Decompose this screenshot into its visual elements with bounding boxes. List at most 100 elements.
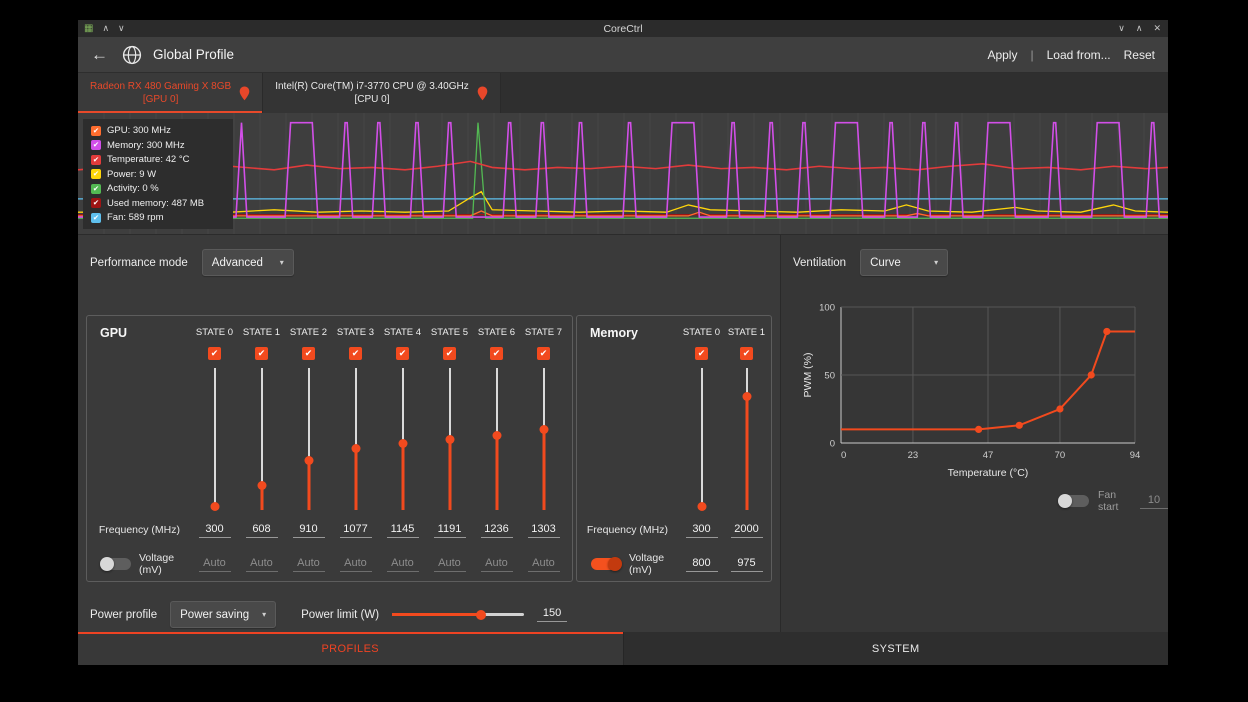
state-checkbox[interactable]: ✔ — [208, 347, 221, 360]
state-checkbox[interactable]: ✔ — [695, 347, 708, 360]
state-checkbox[interactable]: ✔ — [490, 347, 503, 360]
back-button[interactable]: ← — [91, 45, 108, 65]
gpu-voltage-label: Voltage (mV) — [139, 552, 191, 576]
gpu-voltage-toggle[interactable] — [101, 558, 131, 570]
gpu-frequency-slider[interactable] — [238, 364, 285, 514]
fan-start-row: Fan start 10 — [1059, 489, 1168, 513]
gpu-frequency-slider[interactable] — [379, 364, 426, 514]
legend-item: ✔ Memory: 300 MHz — [91, 140, 225, 151]
memory-state-header: STATE 1 — [724, 322, 769, 342]
gpu-frequency-slider[interactable] — [426, 364, 473, 514]
gpu-frequency-slider[interactable] — [332, 364, 379, 514]
gpu-frequency-value[interactable]: 1236 — [481, 523, 513, 538]
legend-item: ✔Activity: 0 % — [91, 183, 225, 194]
gpu-voltage-label-cell: Voltage (mV) — [91, 546, 191, 582]
fan-curve-area[interactable]: 023477094050100PWM (%)Temperature (°C) — [799, 295, 1151, 491]
gpu-voltage-value[interactable]: Auto — [293, 557, 325, 572]
gpu-frequency-value[interactable]: 1145 — [387, 523, 419, 538]
gpu-voltage-value[interactable]: Auto — [528, 557, 560, 572]
slider-handle[interactable] — [210, 502, 219, 511]
gpu-frequency-slider[interactable] — [191, 364, 238, 514]
legend-label: Memory: 300 MHz — [107, 140, 185, 151]
memory-frequency-value[interactable]: 2000 — [731, 523, 763, 538]
gpu-voltage-value[interactable]: Auto — [481, 557, 513, 572]
tab-cpu-device[interactable]: Intel(R) Core(TM) i7-3770 CPU @ 3.40GHz … — [263, 73, 501, 113]
gpu-voltage-value[interactable]: Auto — [340, 557, 372, 572]
memory-frequency-label: Frequency (MHz) — [581, 514, 679, 546]
legend-label: Used memory: 487 MB — [107, 198, 204, 209]
gpu-frequency-value[interactable]: 608 — [246, 523, 278, 538]
state-checkbox[interactable]: ✔ — [255, 347, 268, 360]
legend-checkbox[interactable]: ✔ — [91, 184, 101, 194]
ventilation-mode-dropdown[interactable]: Curve ▾ — [860, 249, 948, 276]
slider-handle[interactable] — [304, 456, 313, 465]
gpu-frequency-cell: 300 — [191, 514, 238, 546]
slider-fill — [542, 428, 545, 510]
legend-checkbox[interactable]: ✔ — [91, 140, 101, 150]
gpu-frequency-slider[interactable] — [520, 364, 567, 514]
apply-button[interactable]: Apply — [987, 48, 1017, 62]
memory-frequency-slider[interactable] — [724, 364, 769, 514]
state-checkbox[interactable]: ✔ — [302, 347, 315, 360]
slider-handle[interactable] — [476, 610, 486, 620]
reset-button[interactable]: Reset — [1124, 48, 1155, 62]
fan-curve-chart[interactable]: 023477094050100PWM (%)Temperature (°C) — [799, 295, 1151, 491]
minimize-icon[interactable]: ∨ — [1118, 23, 1125, 34]
globe-icon — [121, 44, 143, 66]
gpu-frequency-slider[interactable] — [285, 364, 332, 514]
state-label: STATE 0 — [196, 327, 233, 338]
gpu-state-header: STATE 7 — [520, 322, 567, 342]
memory-voltage-value[interactable]: 975 — [731, 557, 763, 572]
gpu-voltage-value[interactable]: Auto — [246, 557, 278, 572]
legend-checkbox[interactable]: ✔ — [91, 198, 101, 208]
memory-voltage-toggle[interactable] — [591, 558, 621, 570]
legend-checkbox[interactable]: ✔ — [91, 169, 101, 179]
svg-text:0: 0 — [830, 439, 835, 450]
gpu-frequency-value[interactable]: 1191 — [434, 523, 466, 538]
fan-start-toggle[interactable] — [1059, 495, 1089, 507]
state-checkbox[interactable]: ✔ — [443, 347, 456, 360]
tab-gpu-device[interactable]: Radeon RX 480 Gaming X 8GB [GPU 0] — [78, 73, 263, 113]
gpu-state-grid: STATE 0STATE 1STATE 2STATE 3STATE 4STATE… — [91, 322, 567, 582]
gpu-frequency-value[interactable]: 300 — [199, 523, 231, 538]
maximize-icon[interactable]: ∧ — [1136, 23, 1143, 34]
tab-profiles[interactable]: PROFILES — [78, 632, 623, 665]
gpu-frequency-slider[interactable] — [473, 364, 520, 514]
slider-handle[interactable] — [742, 392, 751, 401]
gpu-frequency-value[interactable]: 1077 — [340, 523, 372, 538]
slider-handle[interactable] — [697, 502, 706, 511]
memory-frequency-value[interactable]: 300 — [686, 523, 718, 538]
slider-handle[interactable] — [445, 435, 454, 444]
tabbar-filler — [501, 73, 1168, 113]
power-limit-slider[interactable] — [392, 607, 524, 623]
state-checkbox[interactable]: ✔ — [396, 347, 409, 360]
gpu-frequency-value[interactable]: 910 — [293, 523, 325, 538]
slider-handle[interactable] — [539, 425, 548, 434]
memory-frequency-slider[interactable] — [679, 364, 724, 514]
slider-handle[interactable] — [351, 444, 360, 453]
state-checkbox[interactable]: ✔ — [349, 347, 362, 360]
memory-voltage-value[interactable]: 800 — [686, 557, 718, 572]
state-checkbox[interactable]: ✔ — [740, 347, 753, 360]
tab-system[interactable]: SYSTEM — [623, 632, 1169, 665]
legend-checkbox[interactable]: ✔ — [91, 126, 101, 136]
close-icon[interactable]: ✕ — [1153, 23, 1161, 34]
performance-mode-dropdown[interactable]: Advanced ▾ — [202, 249, 294, 276]
power-profile-dropdown[interactable]: Power saving ▾ — [170, 601, 276, 628]
gpu-slider-cell — [285, 364, 332, 514]
toggle-knob — [1058, 494, 1072, 508]
legend-checkbox[interactable]: ✔ — [91, 155, 101, 165]
gpu-voltage-value[interactable]: Auto — [387, 557, 419, 572]
gpu-voltage-value[interactable]: Auto — [199, 557, 231, 572]
gpu-voltage-value[interactable]: Auto — [434, 557, 466, 572]
state-checkbox[interactable]: ✔ — [537, 347, 550, 360]
slider-handle[interactable] — [492, 431, 501, 440]
slider-handle[interactable] — [257, 481, 266, 490]
power-limit-value[interactable]: 150 — [537, 607, 567, 622]
state-label: STATE 1 — [728, 327, 765, 338]
slider-handle[interactable] — [398, 439, 407, 448]
load-from-button[interactable]: Load from... — [1047, 48, 1111, 62]
legend-checkbox[interactable]: ✔ — [91, 213, 101, 223]
gpu-frequency-value[interactable]: 1303 — [528, 523, 560, 538]
fan-start-value[interactable]: 10 — [1140, 494, 1168, 509]
